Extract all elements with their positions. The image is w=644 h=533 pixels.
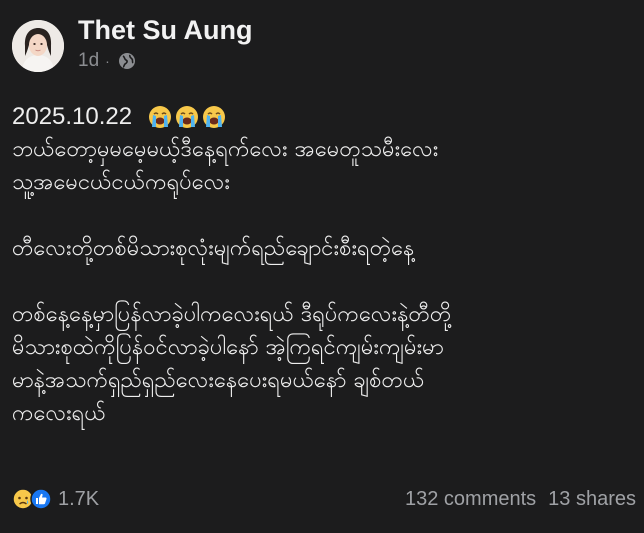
loudly-crying-face-icon [176, 105, 199, 128]
post-meta: 1d · [78, 50, 252, 72]
globe-icon [118, 52, 136, 70]
post-text-line: ကလေးရယ် [12, 401, 106, 426]
post-text-line: တစ်နေ့နေ့မှာပြန်လာခဲ့ပါကလေးရယ် ဒီရုပ်ကလေ… [12, 302, 452, 327]
post-text-line: မာနဲ့အသက်ရှည်ရှည်လေးနေပေးရမယ်နော် ချစ်တယ… [12, 368, 425, 393]
comments-count[interactable]: 132 comments [405, 488, 536, 511]
reactions-summary[interactable]: 1.7K [12, 486, 99, 512]
like-reaction-icon [30, 488, 52, 510]
loudly-crying-face-icon [149, 105, 172, 128]
engagement-stats: 132 comments 13 shares [405, 488, 636, 511]
facebook-post: Thet Su Aung 1d · 2025.10.22 ဘယ်တော့မှမမ… [0, 0, 644, 533]
post-text-line: မိသားစုထဲကိုပြန်ဝင်လာခဲ့ပါနော် အဲ့ကြရင်က… [12, 335, 444, 360]
post-time[interactable]: 1d [78, 50, 99, 72]
meta-separator: · [105, 52, 110, 69]
post-text-line: သူ့အမေငယ်ငယ်ကရုပ်လေး [12, 170, 230, 195]
reaction-count: 1.7K [58, 487, 100, 510]
emoji-group [148, 105, 226, 129]
post-footer: 1.7K 132 comments 13 shares [12, 484, 636, 514]
author-name[interactable]: Thet Su Aung [78, 15, 252, 45]
shares-count[interactable]: 13 shares [548, 488, 636, 511]
post-text-line: ဘယ်တော့မှမမေ့မယ့်ဒီနေ့ရက်လေး အမေတူသမီးလေ… [12, 137, 439, 162]
post-date: 2025.10.22 [12, 103, 133, 130]
date-line: 2025.10.22 [12, 100, 638, 133]
post-body: 2025.10.22 ဘယ်တော့မှမမေ့မယ့်ဒီနေ့ရက်လေး … [12, 100, 638, 430]
reaction-icons [12, 486, 54, 512]
author-avatar[interactable] [12, 20, 64, 72]
post-header: Thet Su Aung 1d · [12, 14, 252, 78]
post-text-line: တီလေးတို့တစ်မိသားစုလုံးမျက်ရည်ချောင်းစီး… [12, 236, 415, 261]
author-info: Thet Su Aung 1d · [78, 15, 252, 72]
loudly-crying-face-icon [203, 105, 226, 128]
